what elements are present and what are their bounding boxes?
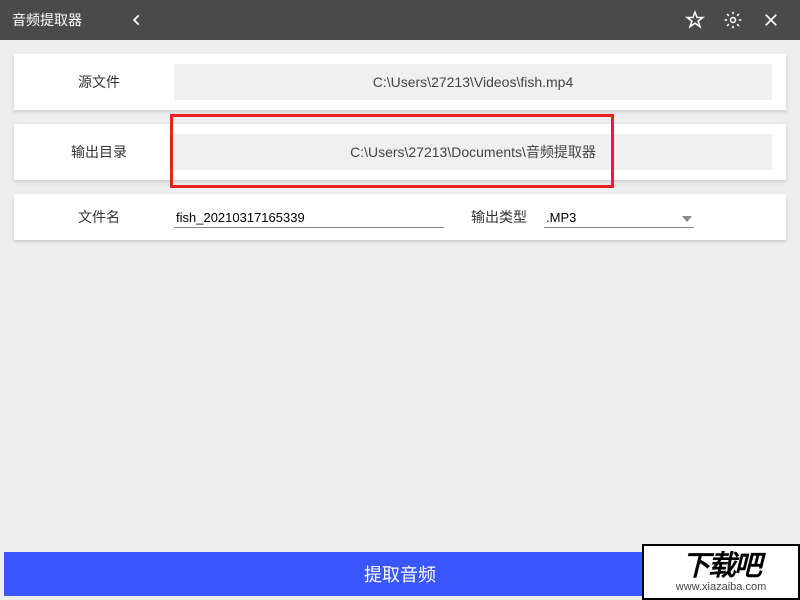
- filename-label: 文件名: [24, 207, 174, 227]
- app-header: 音频提取器: [0, 0, 800, 40]
- output-type-label: 输出类型: [454, 207, 544, 227]
- chevron-left-icon: [130, 13, 144, 27]
- source-file-value: C:\Users\27213\Videos\fish.mp4: [373, 74, 574, 90]
- output-dir-label: 输出目录: [24, 142, 174, 162]
- output-dir-row: 输出目录 C:\Users\27213\Documents\音频提取器: [14, 124, 786, 180]
- caret-down-icon: [682, 210, 692, 225]
- source-file-row: 源文件 C:\Users\27213\Videos\fish.mp4: [14, 54, 786, 110]
- output-type-select[interactable]: .MP3: [544, 206, 694, 228]
- extract-button-label: 提取音频: [364, 561, 436, 587]
- source-file-label: 源文件: [24, 72, 174, 92]
- settings-button[interactable]: [716, 3, 750, 37]
- close-icon: [762, 11, 780, 29]
- back-button[interactable]: [130, 13, 144, 27]
- filename-input[interactable]: [174, 206, 444, 228]
- favorite-button[interactable]: [678, 3, 712, 37]
- watermark-url: www.xiazaiba.com: [676, 582, 766, 593]
- filename-row: 文件名 输出类型 .MP3: [14, 194, 786, 240]
- output-dir-field[interactable]: C:\Users\27213\Documents\音频提取器: [174, 134, 772, 170]
- output-dir-value: C:\Users\27213\Documents\音频提取器: [350, 142, 596, 162]
- watermark: 下载吧 www.xiazaiba.com: [642, 544, 800, 600]
- gear-icon: [723, 10, 743, 30]
- star-icon: [685, 10, 705, 30]
- watermark-title: 下载吧: [682, 552, 760, 580]
- output-type-value: .MP3: [546, 210, 576, 225]
- app-title: 音频提取器: [12, 10, 82, 30]
- close-button[interactable]: [754, 3, 788, 37]
- source-file-field[interactable]: C:\Users\27213\Videos\fish.mp4: [174, 64, 772, 100]
